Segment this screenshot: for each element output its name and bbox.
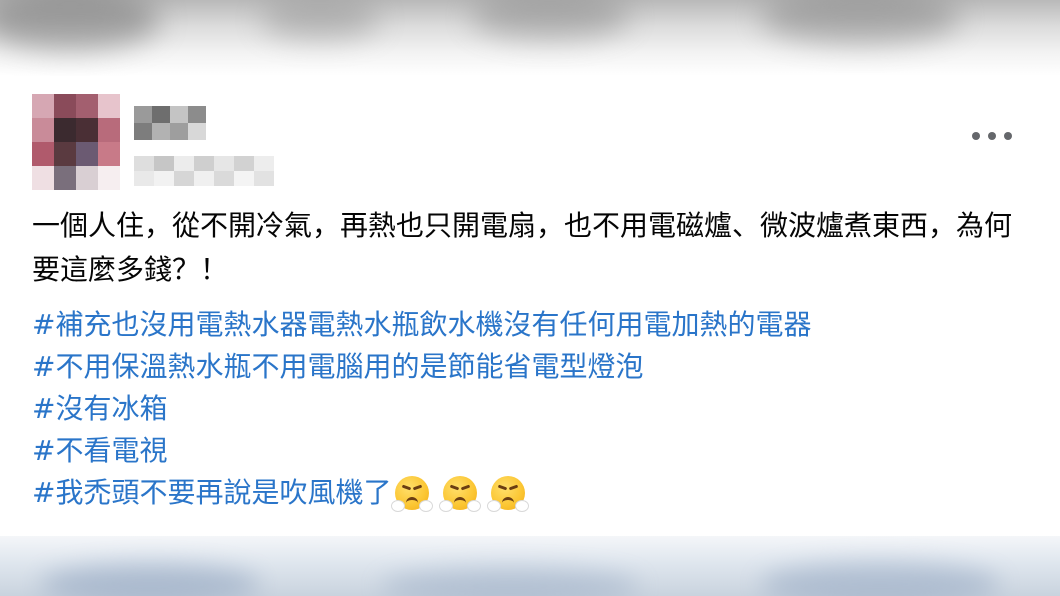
more-options-button[interactable]	[972, 124, 1012, 148]
feed-post: 一個人住，從不開冷氣，再熱也只開電扇，也不用電磁爐、微波爐煮東西，為何要這麼多錢…	[0, 76, 1060, 536]
hashtag-line: #我禿頭不要再說是吹風機了	[32, 472, 1032, 514]
blurred-previous-post	[0, 0, 1060, 76]
hashtag-line: #沒有冰箱	[32, 388, 1032, 430]
post-timestamp-redacted	[134, 156, 274, 186]
blurred-next-post	[0, 536, 1060, 596]
hashtag-link[interactable]: #我禿頭不要再說是吹風機了	[32, 472, 391, 514]
avatar[interactable]	[32, 94, 120, 190]
more-horizontal-icon-dot	[988, 132, 996, 140]
hashtag-list: #補充也沒用電熱水器電熱水瓶飲水機沒有任何用電加熱的電器 #不用保溫熱水瓶不用電…	[32, 304, 1032, 514]
face-with-steam-from-nose-icon	[487, 476, 530, 512]
hashtag-link[interactable]: #不用保溫熱水瓶不用電腦用的是節能省電型燈泡	[32, 346, 643, 388]
post-body-text: 一個人住，從不開冷氣，再熱也只開電扇，也不用電磁爐、微波爐煮東西，為何要這麼多錢…	[32, 209, 1013, 286]
hashtag-line: #不用保溫熱水瓶不用電腦用的是節能省電型燈泡	[32, 346, 1032, 388]
more-horizontal-icon	[972, 132, 980, 140]
face-with-steam-from-nose-icon	[391, 476, 434, 512]
hashtag-link[interactable]: #沒有冰箱	[32, 388, 167, 430]
more-horizontal-icon-dot	[1004, 132, 1012, 140]
hashtag-link[interactable]: #補充也沒用電熱水器電熱水瓶飲水機沒有任何用電加熱的電器	[32, 304, 811, 346]
face-with-steam-from-nose-icon	[439, 476, 482, 512]
hashtag-line: #補充也沒用電熱水器電熱水瓶飲水機沒有任何用電加熱的電器	[32, 304, 1032, 346]
hashtag-line: #不看電視	[32, 430, 1032, 472]
author-name-redacted[interactable]	[134, 106, 206, 140]
hashtag-link[interactable]: #不看電視	[32, 430, 167, 472]
